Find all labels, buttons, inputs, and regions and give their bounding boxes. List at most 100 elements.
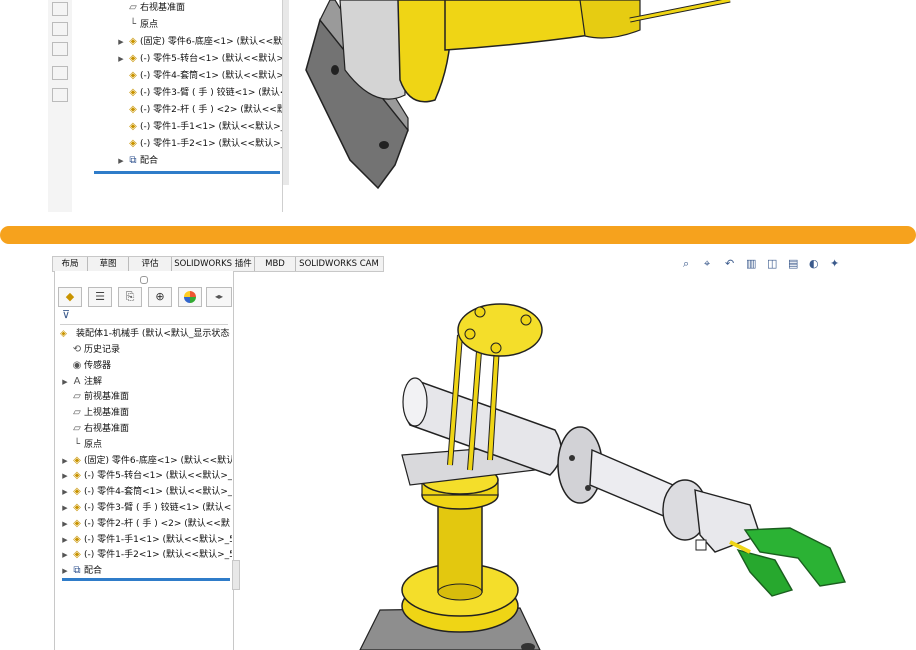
arm-end-cap xyxy=(402,377,428,427)
tree-item[interactable]: ▶ ⧉ 配合 xyxy=(116,153,288,169)
tree-item[interactable]: ▱ 前视基准面 xyxy=(60,389,232,405)
zoom-to-area-icon[interactable]: ⌖ xyxy=(704,257,710,271)
expand-arrow-icon[interactable]: ▶ xyxy=(116,51,126,67)
section-divider xyxy=(0,226,916,244)
top-model-viewport[interactable] xyxy=(290,0,916,212)
zoom-to-fit-icon[interactable]: ⌕ xyxy=(683,257,689,271)
tree-item[interactable]: ▶ ◈ (-) 零件3-臂 ( 手 ) 铰链<1> (默认< xyxy=(60,500,232,516)
monitor-icon[interactable] xyxy=(52,42,68,56)
tree-item[interactable]: ▶ ◈ (-) 零件4-套筒<1> (默认<<默认>_ xyxy=(60,484,232,500)
tab-sketch[interactable]: 草图 xyxy=(88,257,129,271)
doc-icon[interactable] xyxy=(52,2,68,16)
featuremanager-icon[interactable]: ◆ xyxy=(58,287,82,307)
expand-arrow-icon[interactable]: ▶ xyxy=(116,153,126,169)
tree-item[interactable]: ▶ ◈ (固定) 零件6-底座<1> (默认<<默认 xyxy=(116,34,288,50)
tree-item[interactable]: ⟲ 历史记录 xyxy=(60,342,232,358)
expand-arrow-icon[interactable]: ▶ xyxy=(60,453,70,469)
tree-root[interactable]: ◈ 装配体1-机械手 (默认<默认_显示状态- xyxy=(60,326,230,342)
tree-item[interactable]: ▱ 右视基准面 xyxy=(116,0,288,16)
tree-item[interactable]: ▶ A 注解 xyxy=(60,374,232,390)
tree-item-label: 历史记录 xyxy=(84,345,121,355)
tree-item[interactable]: ▶ ⧉ 配合 xyxy=(60,563,232,579)
rod-fill xyxy=(629,0,731,22)
tree-item[interactable]: ▶ ◈ (固定) 零件6-底座<1> (默认<<默认 xyxy=(60,453,232,469)
top-bolt xyxy=(520,314,532,326)
expand-arrow-icon[interactable]: ▶ xyxy=(60,484,70,500)
tree-item-label: 右视基准面 xyxy=(84,424,130,434)
top-tree-scrollbar[interactable] xyxy=(282,0,289,185)
tree-item[interactable]: ◈ (-) 零件4-套筒<1> (默认<<默认>_ xyxy=(116,68,288,84)
tree-item[interactable]: ◉ 传感器 xyxy=(60,358,232,374)
tree-item-label: (-) 零件1-手1<1> (默认<<默认>_5 xyxy=(84,534,232,545)
panel-scrollbar[interactable] xyxy=(232,560,240,590)
tree-item[interactable]: ▶ ◈ (-) 零件2-杆 ( 手 ) <2> (默认<<默 xyxy=(60,516,232,532)
tree-item[interactable]: ▶ ◈ (-) 零件1-手2<1> (默认<<默认>_5 xyxy=(60,547,232,563)
tree-rollback-bar[interactable] xyxy=(94,171,280,174)
expand-arrow-icon[interactable]: ▶ xyxy=(60,516,70,532)
tab-solidworks-addins[interactable]: SOLIDWORKS 插件 xyxy=(172,257,255,271)
expand-arrow-icon[interactable]: ▶ xyxy=(60,563,70,579)
tree-item[interactable]: ▶ ◈ (-) 零件5-转台<1> (默认<<默认>_ xyxy=(60,468,232,484)
propertymanager-icon[interactable]: ☰ xyxy=(88,287,112,307)
part-icon: ◈ xyxy=(129,138,137,149)
bolt-hole xyxy=(379,141,389,149)
section-view-icon[interactable]: ▥ xyxy=(746,257,756,270)
column xyxy=(437,499,483,593)
tree-item[interactable]: ▱ 上视基准面 xyxy=(60,405,232,421)
panel-splitter-handle[interactable] xyxy=(140,276,148,284)
tree-item[interactable]: ▱ 右视基准面 xyxy=(60,421,232,437)
display-manager-icon[interactable] xyxy=(178,287,202,307)
part-icon: ◈ xyxy=(129,36,137,47)
part-icon: ◈ xyxy=(73,486,81,498)
tree-item-label: 前视基准面 xyxy=(84,392,130,403)
top-left-toolbar-strip xyxy=(48,0,73,212)
tree-item[interactable]: ◈ (-) 零件1-手1<1> (默认<<默认>_5 xyxy=(116,119,288,135)
part-icon: ◈ xyxy=(73,454,81,466)
top-bolt xyxy=(464,328,476,340)
expand-arrow-icon[interactable]: ▶ xyxy=(60,547,70,563)
tree-item[interactable]: ◈ (-) 零件2-杆 ( 手 ) <2> (默认<<默 xyxy=(116,102,288,118)
top-feature-tree: ▱ 右视基准面 └ 原点 ▶ ◈ (固定) 零件6-底座<1> (默认<<默认 ▶ ◈ (-) 零… xyxy=(72,0,288,212)
part-icon: ◈ xyxy=(73,470,81,482)
expand-arrow-icon[interactable]: ▶ xyxy=(116,34,126,50)
tree-rollback-bar[interactable] xyxy=(62,578,230,581)
tab-solidworks-cam[interactable]: SOLIDWORKS CAM xyxy=(296,257,382,271)
expand-arrow-icon[interactable]: ▶ xyxy=(60,468,70,484)
tree-filter[interactable]: ⊽ xyxy=(60,308,228,325)
previous-view-icon[interactable]: ↶ xyxy=(725,257,734,270)
tab-layout[interactable]: 布局 xyxy=(53,257,88,271)
configurationmanager-icon[interactable]: ⎘ xyxy=(118,287,142,307)
paste-icon[interactable] xyxy=(52,88,68,102)
tree-item[interactable]: ◈ (-) 零件1-手2<1> (默认<<默认>_5 xyxy=(116,136,288,152)
annotation-icon: A xyxy=(73,375,81,387)
column-base xyxy=(437,583,483,601)
tab-mbd[interactable]: MBD xyxy=(255,257,296,271)
sensor-icon: ◉ xyxy=(72,359,82,371)
copy-icon[interactable] xyxy=(52,66,68,80)
tree-item[interactable]: ◈ (-) 零件3-臂 ( 手 ) 铰链<1> (默认< xyxy=(116,85,288,101)
view-orientation-icon[interactable]: ◫ xyxy=(767,257,777,270)
tree-item-label: (-) 零件1-手1<1> (默认<<默认>_5 xyxy=(140,122,288,132)
origin-icon: └ xyxy=(73,438,81,450)
tree-item[interactable]: └ 原点 xyxy=(60,437,232,453)
tree-item[interactable]: ▶ ◈ (-) 零件1-手1<1> (默认<<默认>_5 xyxy=(60,532,232,548)
edit-appearance-icon[interactable]: ✦ xyxy=(830,257,839,270)
model-viewport[interactable] xyxy=(320,290,880,650)
display-style-icon[interactable]: ▤ xyxy=(788,257,798,270)
expand-arrow-icon[interactable]: ▶ xyxy=(60,532,70,548)
tab-evaluate[interactable]: 评估 xyxy=(129,257,172,271)
tree-item[interactable]: ▶ ◈ (-) 零件5-转台<1> (默认<<默认>_ xyxy=(116,51,288,67)
gripper-slot xyxy=(695,539,707,551)
tree-item[interactable]: └ 原点 xyxy=(116,17,288,33)
expand-arrow-icon[interactable]: ▶ xyxy=(60,500,70,516)
filter-icon[interactable]: ⊽ xyxy=(62,308,70,321)
heads-up-view-toolbar: ⌕ ⌖ ↶ ▥ ◫ ▤ ◐ ✦ xyxy=(683,257,863,275)
plane-icon: ▱ xyxy=(129,2,137,13)
dimxpert-icon[interactable]: ⊕ xyxy=(148,287,172,307)
hide-show-icon[interactable]: ◐ xyxy=(809,257,819,270)
panel-more-icon[interactable]: ◂▸ xyxy=(206,287,232,307)
expand-arrow-icon[interactable]: ▶ xyxy=(60,374,70,390)
edit-icon[interactable] xyxy=(52,22,68,36)
tree-item-label: (-) 零件2-杆 ( 手 ) <2> (默认<<默 xyxy=(140,105,286,115)
flange-bolt xyxy=(585,485,591,491)
